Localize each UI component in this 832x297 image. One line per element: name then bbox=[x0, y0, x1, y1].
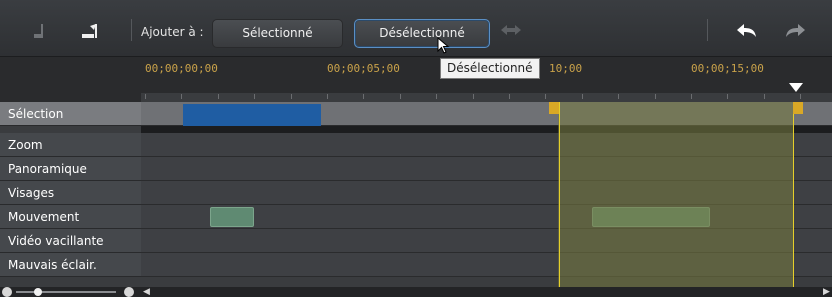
range-start-handle[interactable] bbox=[549, 102, 559, 114]
timecode-label: 10;00 bbox=[549, 62, 583, 75]
swap-arrows-icon[interactable] bbox=[498, 20, 524, 40]
track-label-mouvement[interactable]: Mouvement bbox=[0, 205, 141, 229]
ruler-tick bbox=[654, 94, 656, 99]
ruler-tick bbox=[363, 94, 365, 99]
zoom-out-icon[interactable] bbox=[2, 287, 12, 297]
track-label-mauvais-eclair[interactable]: Mauvais éclair. bbox=[0, 253, 141, 277]
ruler-tick bbox=[254, 94, 256, 99]
labels-header bbox=[0, 57, 141, 102]
ruler-tick bbox=[763, 94, 765, 99]
mouse-cursor-icon bbox=[437, 37, 450, 54]
selected-range-highlight[interactable] bbox=[558, 102, 794, 287]
toolbar-separator bbox=[707, 19, 708, 41]
ruler-tick bbox=[290, 94, 292, 99]
ruler-tick bbox=[399, 94, 401, 99]
track-label-panoramique[interactable]: Panoramique bbox=[0, 157, 141, 181]
tooltip: Désélectionné bbox=[440, 58, 540, 79]
track-label-selection[interactable]: Sélection bbox=[0, 102, 141, 126]
timecode-label: 00;00;00;00 bbox=[145, 62, 218, 75]
track-labels-panel: Sélection Zoom Panoramique Visages Mouve… bbox=[0, 57, 141, 287]
ruler-tick bbox=[181, 94, 183, 99]
range-end-handle[interactable] bbox=[793, 102, 803, 114]
ruler-tick bbox=[727, 94, 729, 99]
range-start-line bbox=[559, 102, 560, 287]
ruler-tick bbox=[509, 94, 510, 99]
add-to-label: Ajouter à : bbox=[141, 25, 204, 39]
zoom-slider[interactable] bbox=[16, 291, 116, 293]
track-label-zoom[interactable]: Zoom bbox=[0, 133, 141, 157]
timecode-label: 00;00;05;00 bbox=[327, 62, 400, 75]
ruler-tick bbox=[217, 94, 219, 99]
playhead-marker[interactable] bbox=[789, 83, 803, 92]
ruler-tick bbox=[145, 94, 146, 99]
zoom-in-icon[interactable] bbox=[124, 287, 134, 297]
deselected-button[interactable]: Désélectionné bbox=[354, 19, 490, 48]
scroll-right-icon[interactable]: ▶ bbox=[823, 287, 830, 297]
timecode-label: 00;00;15;00 bbox=[691, 62, 764, 75]
ruler-tick bbox=[545, 94, 547, 99]
zoom-slider-knob[interactable] bbox=[34, 288, 42, 296]
toolbar: Ajouter à : Sélectionné Désélectionné bbox=[0, 0, 832, 57]
timeline-tracks bbox=[141, 102, 832, 287]
track-label-visages[interactable]: Visages bbox=[0, 181, 141, 205]
ruler-tick bbox=[327, 94, 328, 99]
redo-icon[interactable] bbox=[782, 20, 808, 40]
ruler-tick bbox=[581, 94, 583, 99]
selected-button[interactable]: Sélectionné bbox=[212, 19, 343, 48]
track-label-video-vacillante[interactable]: Vidéo vacillante bbox=[0, 229, 141, 253]
ruler-tick bbox=[691, 94, 692, 99]
ruler-tick bbox=[472, 94, 474, 99]
mark-in-icon[interactable] bbox=[30, 20, 56, 40]
ruler-tick bbox=[436, 94, 438, 99]
undo-icon[interactable] bbox=[734, 20, 760, 40]
ruler-tick bbox=[800, 94, 802, 99]
bottom-bar: ◀ ▶ bbox=[0, 287, 832, 297]
range-end-line bbox=[793, 102, 794, 287]
motion-clip[interactable] bbox=[210, 207, 254, 227]
selection-block[interactable] bbox=[183, 104, 321, 126]
toolbar-separator bbox=[131, 19, 132, 41]
ruler-tick bbox=[618, 94, 620, 99]
scroll-left-icon[interactable]: ◀ bbox=[143, 287, 150, 297]
mark-out-icon[interactable] bbox=[78, 20, 104, 40]
